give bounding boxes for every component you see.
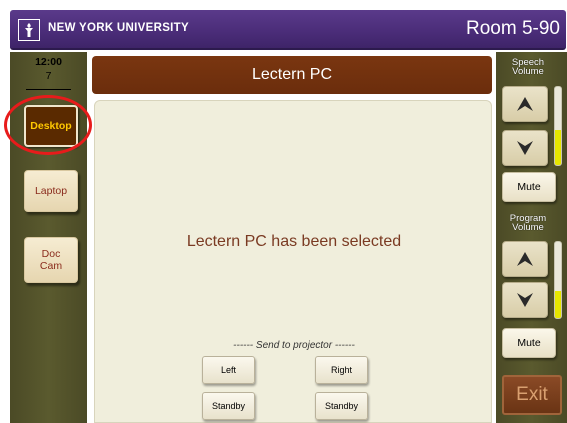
source-sidebar: 12:00 7 Desktop Laptop Doc Cam	[10, 52, 87, 423]
main-panel: Lectern PC has been selected ------ Send…	[94, 100, 492, 423]
source-label: Laptop	[34, 185, 68, 197]
projector-right-button[interactable]: Right	[315, 356, 368, 384]
meter-fill	[555, 291, 561, 318]
arrow-down-icon	[517, 141, 533, 155]
program-volume-meter	[554, 241, 562, 319]
source-button-laptop[interactable]: Laptop	[24, 170, 78, 212]
source-label: Desktop	[30, 120, 72, 132]
button-label: Exit	[516, 384, 548, 405]
label-line: Volume	[512, 66, 544, 77]
arrow-down-icon	[517, 293, 533, 307]
page-title: Lectern PC	[251, 66, 333, 83]
speech-volume-down-button[interactable]	[502, 130, 548, 166]
button-label: Standby	[324, 401, 359, 411]
source-button-doc-cam[interactable]: Doc Cam	[24, 237, 78, 283]
button-label: Mute	[517, 181, 541, 193]
divider	[26, 89, 71, 90]
button-label: Standby	[211, 401, 246, 411]
projector-right-standby-button[interactable]: Standby	[315, 392, 368, 420]
projector-left-button[interactable]: Left	[202, 356, 255, 384]
arrow-up-icon	[517, 252, 533, 266]
speech-volume-up-button[interactable]	[502, 86, 548, 122]
clock-time: 12:00	[35, 56, 62, 68]
button-label: Mute	[517, 337, 541, 349]
speech-volume-meter	[554, 86, 562, 166]
source-title-bar: Lectern PC	[92, 56, 492, 94]
meter-fill	[555, 129, 561, 165]
program-mute-button[interactable]: Mute	[502, 328, 556, 358]
button-label: Left	[220, 365, 236, 375]
projector-left-standby-button[interactable]: Standby	[202, 392, 255, 420]
speech-mute-button[interactable]: Mute	[502, 172, 556, 202]
source-button-desktop[interactable]: Desktop	[24, 105, 78, 147]
header-bar: NEW YORK UNIVERSITY Room 5-90	[10, 10, 566, 50]
room-name: Room 5-90	[466, 18, 560, 39]
status-message: Lectern PC has been selected	[186, 233, 402, 250]
program-volume-label: Program Volume	[496, 214, 560, 233]
source-label: Doc Cam	[39, 248, 63, 272]
send-to-projector-label: ------ Send to projector ------	[233, 340, 355, 351]
torch-icon	[18, 19, 40, 41]
arrow-up-icon	[517, 97, 533, 111]
program-volume-down-button[interactable]	[502, 282, 548, 318]
control-panel: NEW YORK UNIVERSITY Room 5-90 12:00 7 De…	[0, 0, 567, 423]
clock: 12:00 7	[16, 56, 81, 82]
program-volume-up-button[interactable]	[502, 241, 548, 277]
clock-date: 7	[45, 70, 52, 82]
exit-button[interactable]: Exit	[502, 375, 562, 415]
volume-sidebar: Speech Volume Mute Program Volume Mute E…	[496, 52, 567, 423]
org-name: NEW YORK UNIVERSITY	[48, 22, 189, 34]
button-label: Right	[330, 365, 352, 375]
label-line: Volume	[512, 222, 544, 233]
speech-volume-label: Speech Volume	[496, 58, 560, 77]
